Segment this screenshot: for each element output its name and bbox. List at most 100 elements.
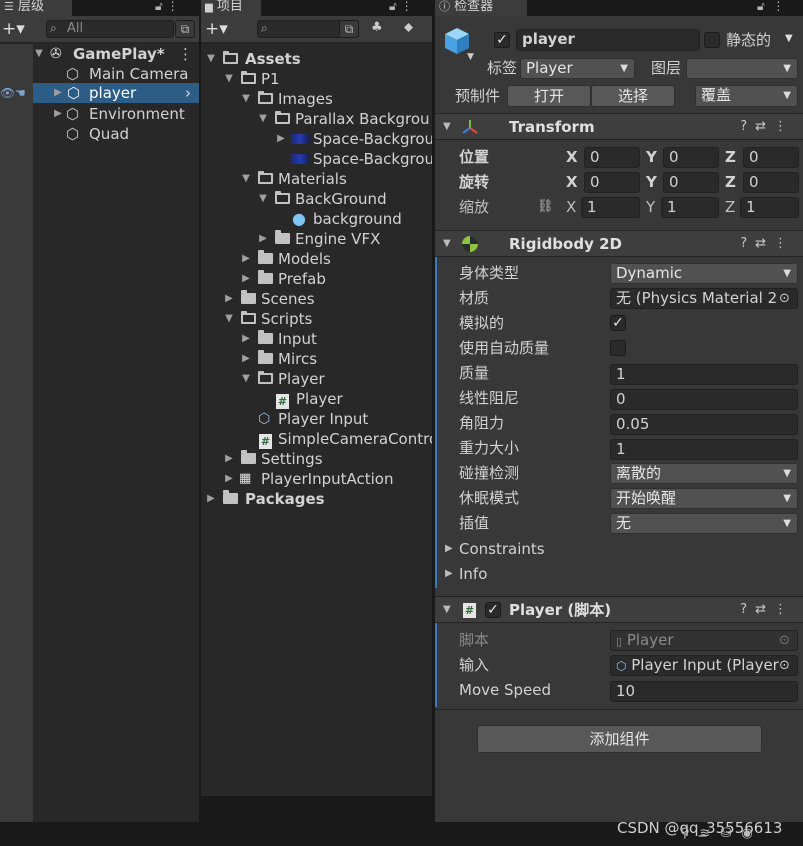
project-tab[interactable]: ▆ 项目 (201, 0, 261, 16)
linear-drag-field[interactable]: 0 (610, 389, 798, 410)
help-icon[interactable]: ? (740, 602, 755, 617)
component-header-icons[interactable]: ?⇄⋮ (740, 114, 795, 140)
chevron-right-icon[interactable]: ▶ (52, 83, 64, 103)
chevron-right-icon[interactable]: ▶ (257, 229, 269, 249)
add-component-button[interactable]: 添加组件 (477, 725, 762, 753)
chevron-right-icon[interactable]: ▶ (445, 564, 453, 584)
chevron-down-icon[interactable]: ▼ (443, 597, 451, 623)
rotation-z-field[interactable]: 0 (743, 172, 799, 193)
static-checkbox[interactable] (704, 32, 720, 48)
sleep-mode-dropdown[interactable]: 开始唤醒 ▼ (610, 488, 798, 509)
inspector-tab-options[interactable]: 🔓︎ ⋮ (757, 0, 784, 16)
presets-icon[interactable]: ⇄ (755, 119, 774, 134)
interpolate-dropdown[interactable]: 无 ▼ (610, 513, 798, 534)
active-checkbox[interactable]: ✓ (494, 32, 510, 48)
rotation-y-field[interactable]: 0 (663, 172, 719, 193)
gravity-scale-field[interactable]: 1 (610, 439, 798, 460)
visibility-eye-icon[interactable]: 👁︎ (0, 86, 15, 100)
chevron-right-icon[interactable]: ▶ (240, 329, 252, 349)
inspector-tab[interactable]: ⓘ 检查器 (435, 0, 527, 16)
input-object-field[interactable]: ⬡ Player Input (Player (610, 655, 798, 676)
scale-z-field[interactable]: 1 (740, 197, 799, 218)
project-add-button[interactable]: +▾ (205, 18, 228, 40)
rotation-x-field[interactable]: 0 (584, 172, 640, 193)
component-header-icons[interactable]: ?⇄⋮ (740, 231, 795, 257)
mass-field[interactable]: 1 (610, 364, 798, 385)
position-z-field[interactable]: 0 (743, 147, 799, 168)
material-object-field[interactable]: 无 (Physics Material 2 (610, 288, 798, 309)
more-menu-icon[interactable]: ⋮ (772, 0, 784, 13)
transform-header[interactable]: ▼ Transform ?⇄⋮ (435, 113, 803, 140)
position-y-field[interactable]: 0 (663, 147, 719, 168)
hierarchy-search-input[interactable]: ⌕ All (46, 20, 174, 38)
rigidbody2d-header[interactable]: ▼ Rigidbody 2D ?⇄⋮ (435, 230, 803, 257)
chevron-down-icon[interactable]: ▼ (257, 109, 269, 129)
chevron-right-icon[interactable]: ▶ (223, 289, 235, 309)
layer-dropdown[interactable]: ▼ (686, 58, 798, 79)
hierarchy-add-button[interactable]: +▾ (2, 18, 25, 40)
move-speed-field[interactable]: 10 (610, 681, 798, 702)
project-search-options-button[interactable]: ⧉ (339, 20, 359, 38)
hierarchy-search-options-button[interactable]: ⧉ (175, 20, 195, 38)
constrain-proportions-icon[interactable]: ⛓︎ (537, 197, 554, 217)
component-header-icons[interactable]: ?⇄⋮ (740, 597, 795, 623)
hierarchy-item[interactable]: ▶ ⬡ Environment (0, 104, 199, 124)
object-picker-icon[interactable]: ⊙ (779, 288, 790, 309)
scale-x-field[interactable]: 1 (581, 197, 640, 218)
pickable-hand-icon[interactable]: ☚ (15, 86, 26, 100)
scene-more-icon[interactable]: ⋮ (178, 44, 193, 64)
eye-icon[interactable]: ◉ (741, 826, 762, 841)
body-type-dropdown[interactable]: Dynamic ▼ (610, 263, 798, 284)
chevron-down-icon[interactable]: ▼ (240, 169, 252, 189)
chevron-right-icon[interactable]: ▶ (205, 489, 217, 509)
chevron-right-icon[interactable]: ▶ (240, 349, 252, 369)
hierarchy-item-selected[interactable]: ▶ ⬡ player › (33, 83, 199, 103)
chevron-down-icon[interactable]: ▼ (240, 89, 252, 109)
cache-icon[interactable]: ⛁ (720, 826, 741, 841)
lock-icon[interactable]: 🔓︎ (155, 0, 163, 13)
icon-dropdown-arrow[interactable]: ▼ (467, 52, 474, 62)
scene-row[interactable]: ▼ ✇ GamePlay* ⋮ (0, 44, 199, 64)
presets-icon[interactable]: ⇄ (755, 236, 774, 251)
hierarchy-item[interactable]: ⬡ Main Camera (0, 64, 199, 84)
auto-mass-checkbox[interactable] (610, 340, 626, 356)
more-menu-icon[interactable]: ⋮ (401, 0, 413, 13)
object-name-field[interactable]: player (516, 29, 700, 51)
script-enabled-checkbox[interactable]: ✓ (485, 602, 501, 618)
prefab-select-button[interactable]: 选择 (591, 85, 675, 107)
more-menu-icon[interactable]: ⋮ (774, 119, 795, 134)
search-by-type-icon[interactable]: ♣ (371, 20, 383, 35)
presets-icon[interactable]: ⇄ (755, 602, 774, 617)
chevron-right-icon[interactable]: ▶ (240, 249, 252, 269)
chevron-down-icon[interactable]: ▼ (33, 44, 45, 64)
chevron-right-icon[interactable]: ▶ (240, 269, 252, 289)
chevron-right-icon[interactable]: ▶ (445, 539, 453, 559)
lock-icon[interactable]: 🔓︎ (757, 0, 765, 13)
scale-y-field[interactable]: 1 (661, 197, 719, 218)
lock-icon[interactable]: 🔓︎ (389, 0, 397, 13)
more-menu-icon[interactable]: ⋮ (774, 236, 795, 251)
simulated-checkbox[interactable]: ✓ (610, 315, 626, 331)
tag-dropdown[interactable]: Player ▼ (520, 58, 635, 79)
chevron-right-icon[interactable]: › (185, 83, 191, 103)
prefab-overrides-dropdown[interactable]: 覆盖 ▼ (695, 85, 798, 107)
angular-drag-field[interactable]: 0.05 (610, 414, 798, 435)
more-menu-icon[interactable]: ⋮ (774, 602, 795, 617)
search-by-label-icon[interactable]: ⬥ (404, 20, 413, 35)
prefab-open-button[interactable]: 打开 (507, 85, 591, 107)
debug-icon[interactable]: ⚲ (680, 826, 700, 841)
chevron-down-icon[interactable]: ▼ (223, 309, 235, 329)
help-icon[interactable]: ? (740, 119, 755, 134)
chevron-down-icon[interactable]: ▼ (205, 49, 217, 69)
help-icon[interactable]: ? (740, 236, 755, 251)
object-picker-icon[interactable]: ⊙ (779, 655, 790, 676)
chevron-down-icon[interactable]: ▼ (240, 369, 252, 389)
hierarchy-tab[interactable]: ☰ 层级 (0, 0, 72, 16)
hierarchy-tab-options[interactable]: 🔓︎ ⋮ (155, 0, 179, 16)
chevron-down-icon[interactable]: ▼ (443, 114, 451, 140)
layers-icon[interactable]: ≋ (700, 826, 721, 841)
chevron-right-icon[interactable]: ▶ (223, 449, 235, 469)
chevron-down-icon[interactable]: ▼ (223, 69, 235, 89)
chevron-right-icon[interactable]: ▶ (275, 129, 287, 149)
chevron-right-icon[interactable]: ▶ (52, 104, 64, 124)
